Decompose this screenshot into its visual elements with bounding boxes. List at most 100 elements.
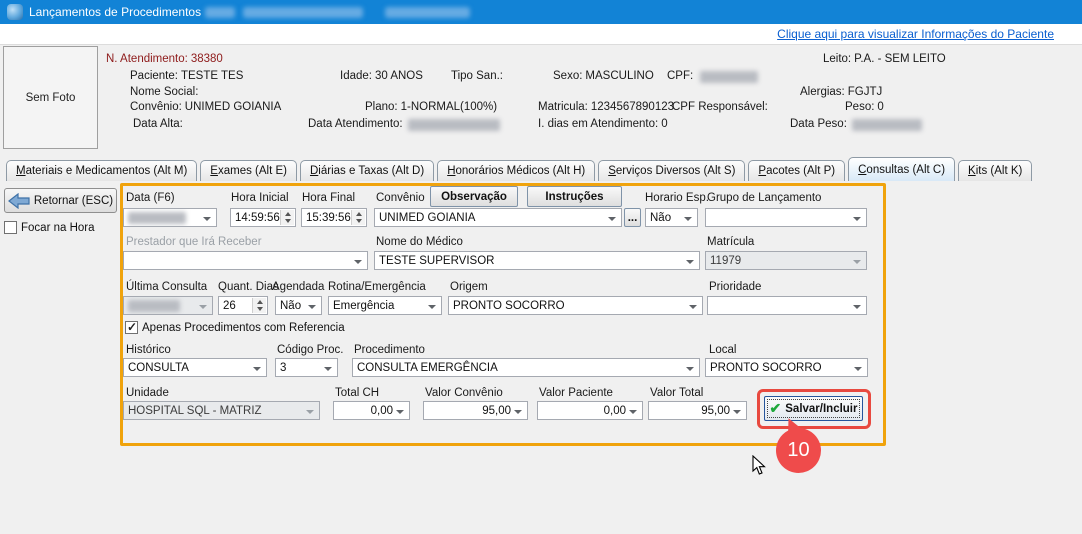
horario-esp-label: Horario Esp. <box>645 192 709 204</box>
local-combo[interactable]: PRONTO SOCORRO <box>705 358 868 377</box>
spin-up-icon[interactable] <box>253 298 266 306</box>
cpf-responsavel-field: CPF Responsável: <box>672 101 771 113</box>
nome-medico-combo[interactable]: TESTE SUPERVISOR <box>374 251 700 270</box>
valor-convenio-combo[interactable]: 95,00 <box>423 401 528 420</box>
dropdown-arrow-icon <box>514 410 522 414</box>
leito-field: Leito:P.A. - SEM LEITO <box>823 53 946 65</box>
codigo-proc-label: Código Proc. <box>277 344 343 356</box>
historico-combo[interactable]: CONSULTA <box>123 358 267 377</box>
spin-down-icon[interactable] <box>253 306 266 314</box>
retornar-button[interactable]: Retornar (ESC) <box>4 188 117 213</box>
tab-pacotes[interactable]: Pacotes (Alt P) <box>748 160 845 181</box>
prestador-combo[interactable] <box>123 251 368 270</box>
hora-final-spinner[interactable]: 15:39:56 <box>301 208 367 227</box>
peso-field: Peso:0 <box>845 101 884 113</box>
annotation-highlight-box <box>757 389 871 429</box>
data-f6-combo[interactable] <box>123 208 217 227</box>
hora-final-label: Hora Final <box>302 192 355 204</box>
instrucoes-button[interactable]: Instruções <box>527 186 622 207</box>
quant-dias-spinner[interactable]: 26 <box>218 296 268 315</box>
dias-em-atendimento-field: I. dias em Atendimento:0 <box>538 118 668 130</box>
origem-label: Origem <box>450 281 488 293</box>
prioridade-label: Prioridade <box>709 281 761 293</box>
codigo-proc-combo[interactable]: 3 <box>275 358 338 377</box>
dropdown-arrow-icon <box>306 410 314 414</box>
tab-honorarios-medicos[interactable]: Honorários Médicos (Alt H) <box>437 160 595 181</box>
spin-down-icon[interactable] <box>281 218 294 226</box>
valor-paciente-combo[interactable]: 0,00 <box>537 401 643 420</box>
dropdown-arrow-icon <box>324 367 332 371</box>
dropdown-arrow-icon <box>684 217 692 221</box>
prestador-label: Prestador que Irá Receber <box>126 236 262 248</box>
photo-placeholder-text: Sem Foto <box>26 92 76 104</box>
retornar-label: Retornar (ESC) <box>34 195 113 207</box>
unidade-label: Unidade <box>126 387 169 399</box>
tab-kits[interactable]: Kits (Alt K) <box>958 160 1032 181</box>
alergias-field: Alergias:FGJTJ <box>800 86 882 98</box>
hora-inicial-spinner[interactable]: 14:59:56 <box>230 208 296 227</box>
historico-label: Histórico <box>126 344 171 356</box>
origem-combo[interactable]: PRONTO SOCORRO <box>448 296 703 315</box>
observacao-button[interactable]: Observação <box>430 186 518 207</box>
rotina-emergencia-label: Rotina/Emergência <box>328 281 426 293</box>
focar-na-hora-checkbox-row[interactable]: Focar na Hora <box>4 221 95 234</box>
patient-photo-placeholder: Sem Foto <box>3 46 98 149</box>
dropdown-arrow-icon <box>853 217 861 221</box>
total-ch-label: Total CH <box>335 387 379 399</box>
apenas-referencia-checkbox[interactable] <box>125 321 138 334</box>
spin-up-icon[interactable] <box>281 210 294 218</box>
tab-servicos-diversos[interactable]: Serviços Diversos (Alt S) <box>598 160 745 181</box>
dropdown-arrow-icon <box>853 260 861 264</box>
cpf-field: CPF: <box>667 70 693 82</box>
patient-info-link[interactable]: Clique aqui para visualizar Informações … <box>777 27 1054 41</box>
procedimento-combo[interactable]: CONSULTA EMERGÊNCIA <box>352 358 700 377</box>
total-ch-combo[interactable]: 0,00 <box>333 401 410 420</box>
dropdown-arrow-icon <box>853 305 861 309</box>
spin-down-icon[interactable] <box>352 218 365 226</box>
grupo-lancamento-label: Grupo de Lançamento <box>707 192 821 204</box>
apenas-referencia-checkbox-row[interactable]: Apenas Procedimentos com Referencia <box>125 321 345 334</box>
focar-na-hora-checkbox[interactable] <box>4 221 17 234</box>
data-peso-field: Data Peso: <box>790 118 847 130</box>
dropdown-arrow-icon <box>854 367 862 371</box>
ultima-consulta-label: Última Consulta <box>126 281 207 293</box>
tab-materiais-e-medicamentos[interactable]: Materiais e Medicamentos (Alt M) <box>6 160 197 181</box>
rotina-emergencia-combo[interactable]: Emergência <box>328 296 442 315</box>
mouse-cursor <box>752 455 766 476</box>
tab-strip: Materiais e Medicamentos (Alt M) Exames … <box>6 157 1035 181</box>
spin-up-icon[interactable] <box>352 210 365 218</box>
dropdown-arrow-icon <box>733 410 741 414</box>
tab-diarias-e-taxas[interactable]: Diárias e Taxas (Alt D) <box>300 160 434 181</box>
dropdown-arrow-icon <box>608 217 616 221</box>
nome-social-field: Nome Social: <box>130 86 201 98</box>
prioridade-combo[interactable] <box>707 296 867 315</box>
redacted-cpf-value <box>700 71 758 83</box>
redacted-title-text <box>205 7 235 18</box>
link-bar: Clique aqui para visualizar Informações … <box>0 24 1082 44</box>
dropdown-arrow-icon <box>686 260 694 264</box>
horario-esp-combo[interactable]: Não <box>645 208 698 227</box>
tab-consultas[interactable]: Consultas (Alt C) <box>848 157 955 181</box>
valor-total-combo[interactable]: 95,00 <box>648 401 747 420</box>
plano-field: Plano:1-NORMAL(100%) <box>365 101 497 113</box>
agendada-combo[interactable]: Não <box>275 296 322 315</box>
local-label: Local <box>709 344 737 356</box>
convenio-ellipsis-button[interactable]: ... <box>624 208 641 227</box>
dropdown-arrow-icon <box>308 305 316 309</box>
valor-convenio-label: Valor Convênio <box>425 387 503 399</box>
convenio-combo[interactable]: UNIMED GOIANIA <box>374 208 622 227</box>
grupo-lancamento-combo[interactable] <box>705 208 867 227</box>
focar-na-hora-label: Focar na Hora <box>21 222 95 234</box>
convenio-label: Convênio <box>376 192 425 204</box>
tab-exames[interactable]: Exames (Alt E) <box>200 160 297 181</box>
redacted-data-peso-value <box>852 119 922 131</box>
convenio-paciente-field: Convênio:UNIMED GOIANIA <box>130 101 281 113</box>
paciente-field: Paciente:TESTE TES <box>130 70 243 82</box>
apenas-referencia-label: Apenas Procedimentos com Referencia <box>142 322 345 334</box>
hora-inicial-label: Hora Inicial <box>231 192 289 204</box>
sexo-field: Sexo:MASCULINO <box>553 70 654 82</box>
nome-medico-label: Nome do Médico <box>376 236 463 248</box>
idade-field: Idade:30 ANOS <box>340 70 423 82</box>
dropdown-arrow-icon <box>253 367 261 371</box>
redacted-data-value <box>128 212 186 224</box>
